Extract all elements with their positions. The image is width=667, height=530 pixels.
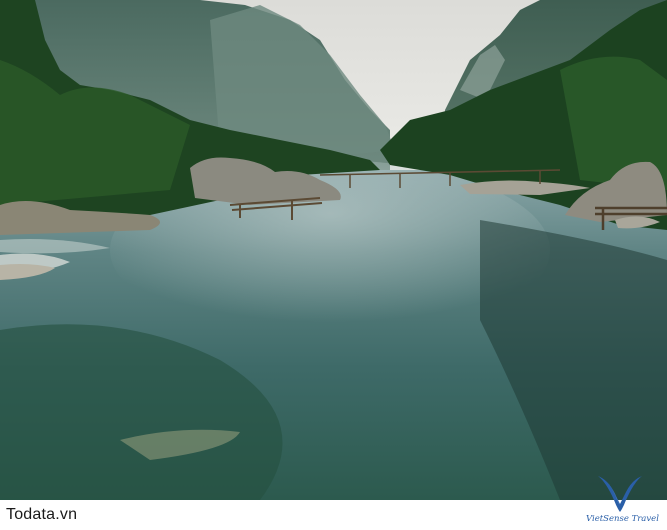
- caption-bar: [0, 500, 667, 530]
- site-watermark-text: Todata.vn: [6, 506, 78, 523]
- logo-brand-text: VietSense Travel: [586, 514, 659, 524]
- v-swoosh-logo-icon: [598, 476, 642, 512]
- river-scene: [0, 0, 667, 500]
- landscape-photo: [0, 0, 667, 500]
- vietsense-logo: VietSense Travel: [586, 472, 659, 528]
